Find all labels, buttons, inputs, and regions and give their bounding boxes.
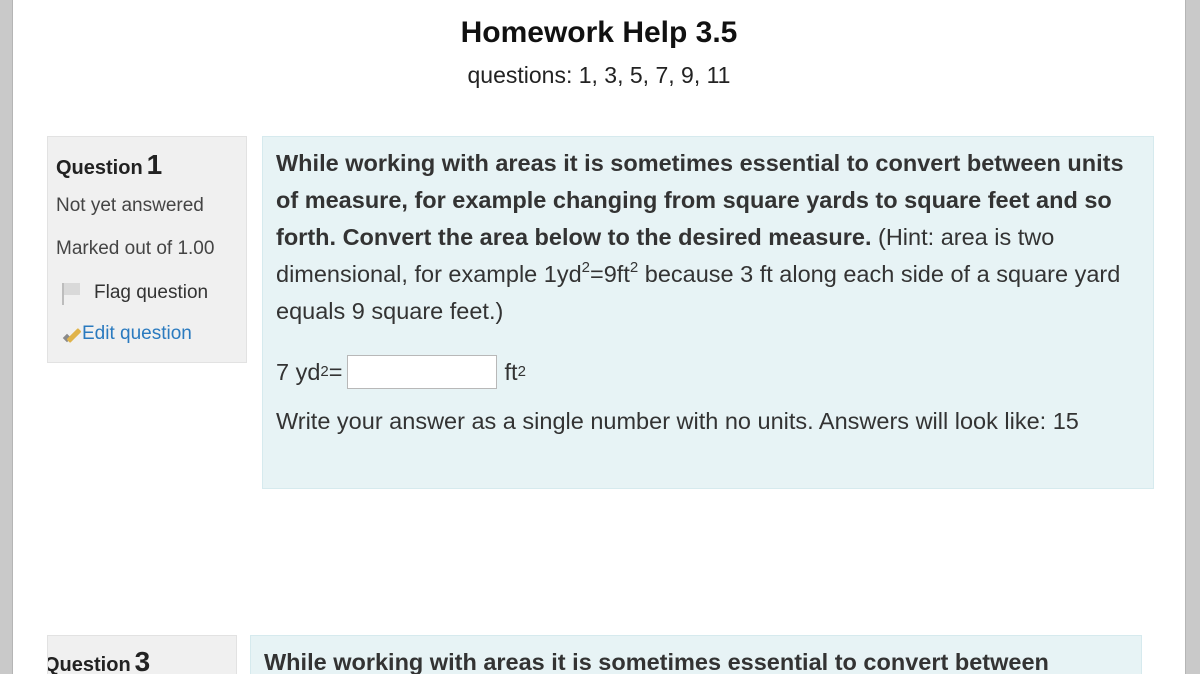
unit-base: ft [504,358,518,385]
edit-question-label: Edit question [82,323,192,344]
hint-exponent-2: 2 [629,259,639,276]
edit-question-link[interactable]: Edit question [62,323,192,345]
question-number: 1 [146,149,163,180]
question-label-text: Question [47,654,131,674]
question-label-text: Question [56,157,143,179]
question-3-content: While working with areas it is sometimes… [250,635,1142,674]
hint-mid: =9ft [590,261,630,287]
answer-row: 7 yd 2 = ft 2 [276,353,526,391]
answer-instructions: Write your answer as a single number wit… [276,408,1079,434]
question-3-label: Question 3 [47,646,151,674]
quiz-page: Homework Help 3.5 questions: 1, 3, 5, 7,… [12,0,1186,674]
flag-icon [56,281,82,305]
flag-question-label: Flag question [94,282,209,303]
prompt-equals: = [328,358,343,385]
prompt-prefix: 7 yd [276,358,321,385]
question-1-info: Question 1 Not yet answered Marked out of… [47,136,247,363]
question-grade: Marked out of 1.00 [56,238,215,259]
question-3-info: Question 3 [47,635,237,674]
page-subtitle: questions: 1, 3, 5, 7, 9, 11 [467,62,731,88]
page-title: Homework Help 3.5 [460,16,738,49]
question-text: While working with areas it is sometimes… [276,145,1146,330]
question-number: 3 [134,646,151,674]
edit-icon [62,325,82,343]
question-3-text: While working with areas it is sometimes… [264,649,1049,674]
question-1-content: While working with areas it is sometimes… [262,136,1154,489]
question-1-label: Question 1 [56,149,162,181]
flag-question-link[interactable]: Flag question [56,281,208,305]
question-state: Not yet answered [56,195,204,216]
hint-exponent-1: 2 [581,259,591,276]
answer-input[interactable] [346,355,497,389]
